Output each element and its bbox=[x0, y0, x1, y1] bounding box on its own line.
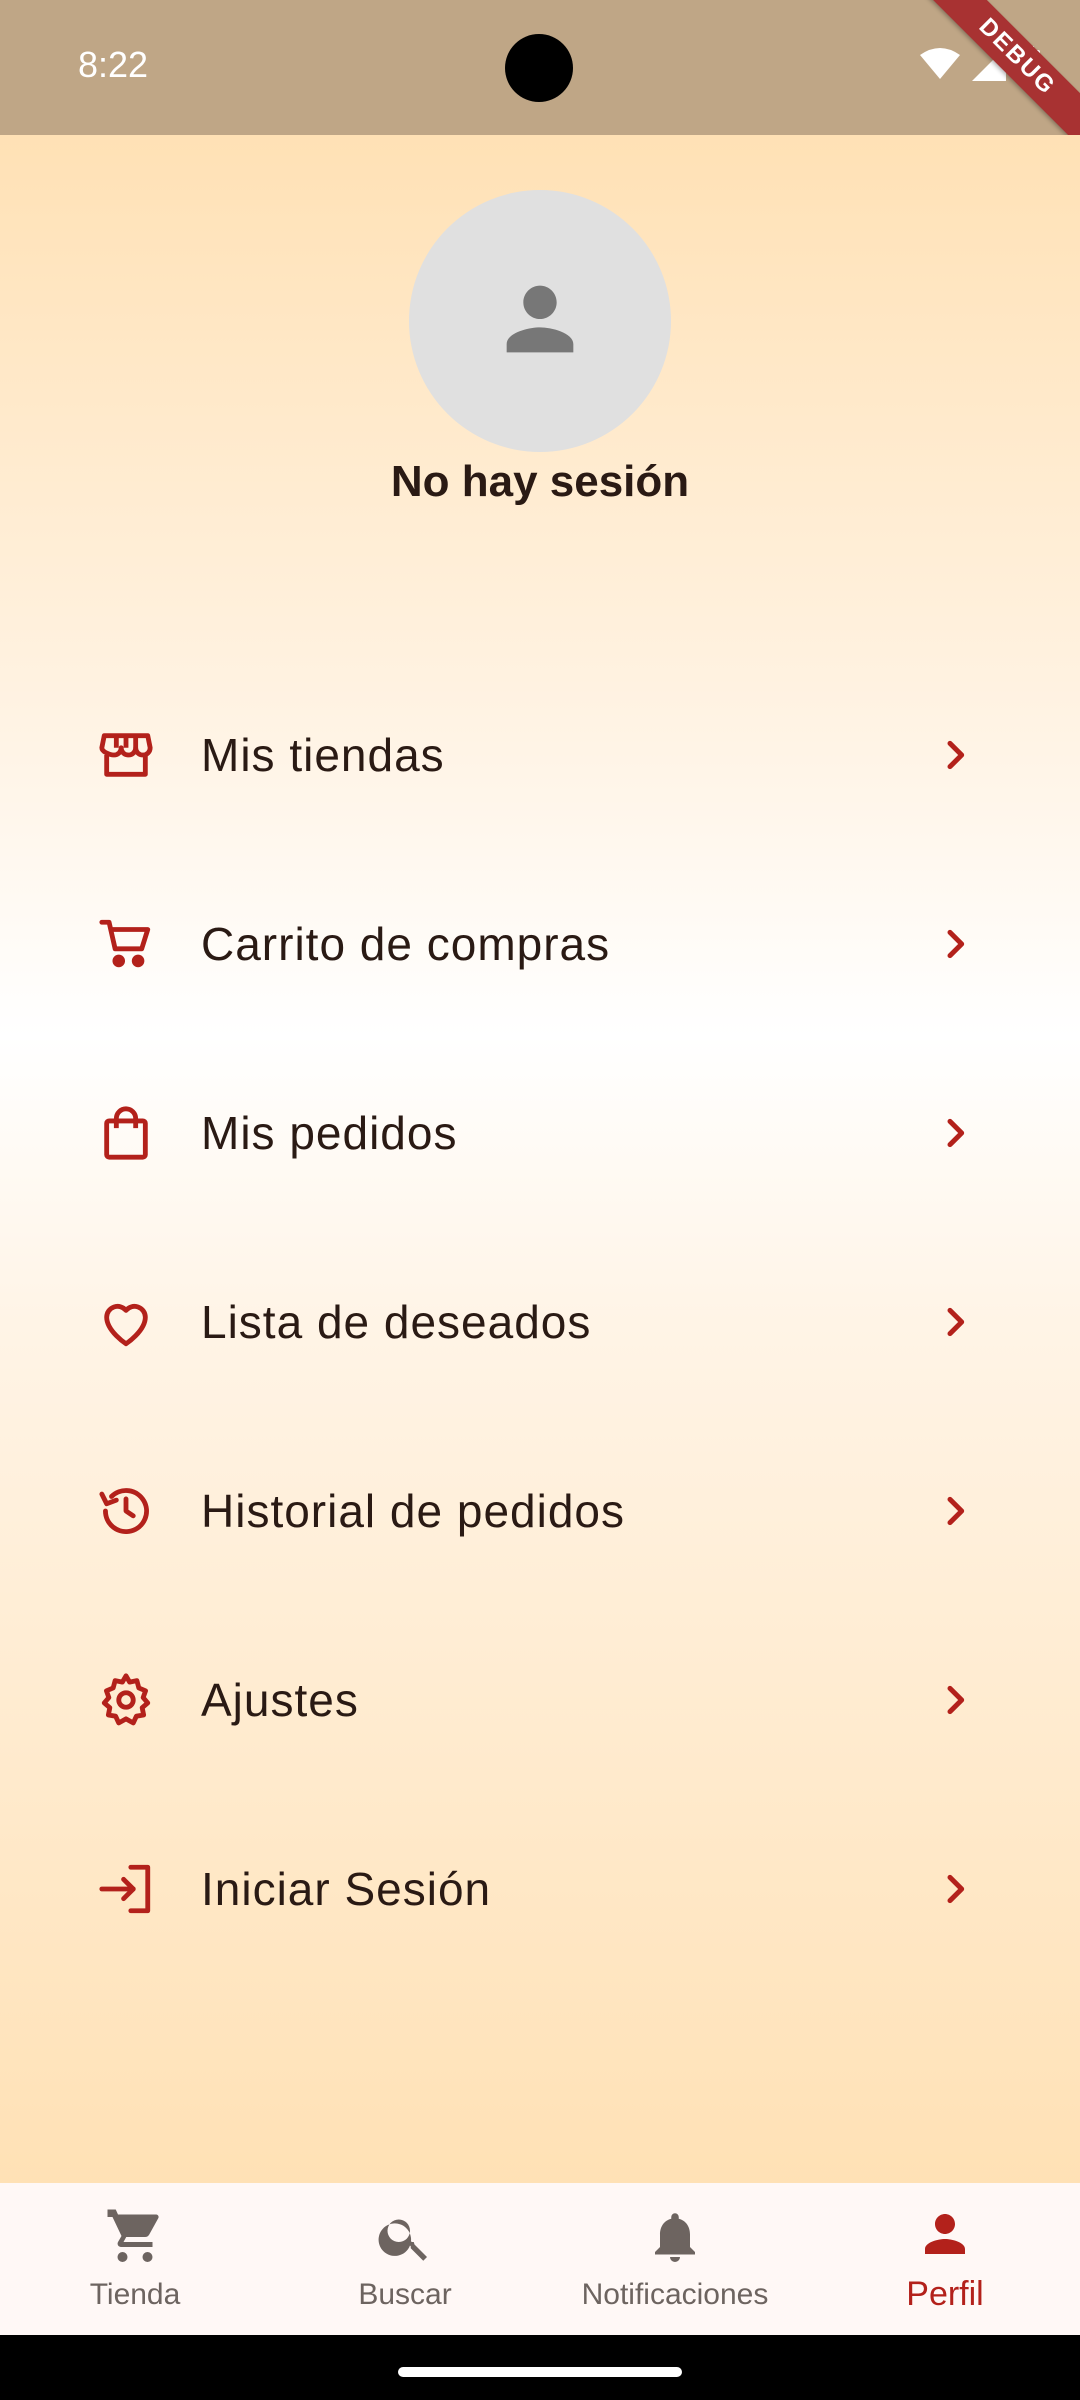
menu-item-carrito[interactable]: Carrito de compras bbox=[0, 849, 1080, 1038]
menu-item-label: Historial de pedidos bbox=[201, 1484, 626, 1537]
nav-tab-label: Buscar bbox=[358, 2277, 452, 2311]
nav-tab-notificaciones[interactable]: Notificaciones bbox=[540, 2183, 810, 2335]
nav-tab-buscar[interactable]: Buscar bbox=[270, 2183, 540, 2335]
wifi-icon bbox=[920, 47, 960, 86]
chevron-right-icon bbox=[935, 1680, 975, 1720]
nav-tab-label: Tienda bbox=[89, 2277, 181, 2311]
chevron-right-icon bbox=[935, 924, 975, 964]
camera-cutout bbox=[505, 34, 573, 102]
history-icon bbox=[96, 1481, 156, 1541]
search-icon bbox=[375, 2207, 435, 2272]
shopping-bag-icon bbox=[96, 1103, 156, 1163]
person-icon bbox=[490, 269, 590, 374]
status-bar: 8:22 DEBUG bbox=[0, 0, 1080, 135]
nav-tab-label: Notificaciones bbox=[581, 2277, 769, 2311]
cart-icon bbox=[96, 914, 156, 974]
cart-icon bbox=[105, 2207, 165, 2272]
avatar bbox=[409, 190, 671, 452]
heart-icon bbox=[96, 1292, 156, 1352]
menu-item-label: Ajustes bbox=[201, 1673, 359, 1726]
menu-item-iniciar-sesion[interactable]: Iniciar Sesión bbox=[0, 1794, 1080, 1983]
menu-item-ajustes[interactable]: Ajustes bbox=[0, 1605, 1080, 1794]
chevron-right-icon bbox=[935, 1491, 975, 1531]
chevron-right-icon bbox=[935, 735, 975, 775]
nav-tab-perfil[interactable]: Perfil bbox=[810, 2183, 1080, 2335]
menu-item-label: Iniciar Sesión bbox=[201, 1862, 492, 1915]
person-icon bbox=[915, 2204, 975, 2269]
profile-screen: No hay sesión Mis tiendas Carrito de com… bbox=[0, 135, 1080, 2183]
chevron-right-icon bbox=[935, 1113, 975, 1153]
gear-icon bbox=[96, 1670, 156, 1730]
bell-icon bbox=[645, 2207, 705, 2272]
session-status-title: No hay sesión bbox=[390, 457, 690, 506]
profile-menu: Mis tiendas Carrito de compras Mis pedid… bbox=[0, 660, 1080, 1983]
store-icon bbox=[96, 725, 156, 785]
gesture-navigation-bar[interactable] bbox=[398, 2367, 682, 2377]
chevron-right-icon bbox=[935, 1869, 975, 1909]
bottom-navigation-bar: Tienda Buscar Notificaciones Perfil bbox=[0, 2183, 1080, 2335]
menu-item-lista-deseados[interactable]: Lista de deseados bbox=[0, 1227, 1080, 1416]
menu-item-label: Mis pedidos bbox=[201, 1106, 458, 1159]
menu-item-label: Mis tiendas bbox=[201, 728, 445, 781]
nav-tab-tienda[interactable]: Tienda bbox=[0, 2183, 270, 2335]
menu-item-mis-tiendas[interactable]: Mis tiendas bbox=[0, 660, 1080, 849]
menu-item-historial[interactable]: Historial de pedidos bbox=[0, 1416, 1080, 1605]
menu-item-label: Carrito de compras bbox=[201, 917, 611, 970]
chevron-right-icon bbox=[935, 1302, 975, 1342]
menu-item-mis-pedidos[interactable]: Mis pedidos bbox=[0, 1038, 1080, 1227]
login-icon bbox=[96, 1859, 156, 1919]
menu-item-label: Lista de deseados bbox=[201, 1295, 592, 1348]
nav-tab-label: Perfil bbox=[906, 2275, 984, 2313]
status-time: 8:22 bbox=[78, 44, 149, 85]
